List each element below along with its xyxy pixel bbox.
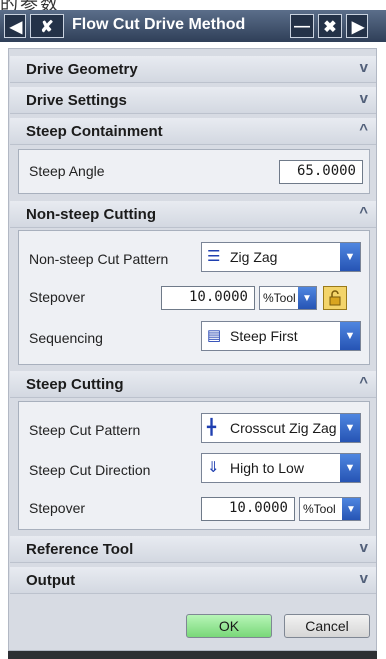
steep-angle-label: Steep Angle — [29, 163, 105, 179]
section-label: Steep Containment — [26, 123, 163, 140]
minimize-button[interactable]: — — [290, 14, 314, 38]
section-label: Reference Tool — [26, 541, 134, 558]
section-output[interactable]: Output v — [10, 567, 376, 594]
selected-value: High to Low — [230, 460, 304, 476]
section-reference-tool[interactable]: Reference Tool v — [10, 536, 376, 563]
section-label: Output — [26, 572, 76, 589]
steep-stepover-unit-select[interactable]: %Tool ▼ — [299, 497, 361, 521]
steep-cut-pattern-label: Steep Cut Pattern — [29, 422, 141, 438]
chevron-right-icon: ▶ — [351, 19, 365, 36]
lock-icon — [329, 290, 341, 306]
section-label: Drive Geometry — [26, 61, 138, 78]
collapse-icon: ✘ — [40, 19, 54, 36]
chevron-down-icon: ▼ — [340, 414, 360, 442]
section-label: Steep Cutting — [26, 376, 124, 393]
sequencing-label: Sequencing — [29, 330, 103, 346]
steep-first-icon: ▤ — [207, 327, 222, 344]
close-icon: ✖ — [323, 19, 337, 36]
chevron-down-icon: ▼ — [342, 498, 360, 520]
section-label: Non-steep Cutting — [26, 206, 156, 223]
non-steep-cut-pattern-label: Non-steep Cut Pattern — [29, 251, 169, 267]
chevron-down-icon: v — [359, 59, 368, 76]
chevron-up-icon: ^ — [359, 121, 368, 138]
section-steep-containment[interactable]: Steep Containment ^ — [10, 118, 376, 145]
chevron-down-icon: v — [359, 539, 368, 556]
title-bar: ◀ ✘ Flow Cut Drive Method — ✖ ▶ — [0, 10, 386, 42]
high-to-low-icon: ⇓ — [207, 459, 220, 476]
steep-cutting-body: Steep Cut Pattern ╋ Crosscut Zig Zag ▼ S… — [18, 401, 370, 530]
steep-cut-direction-select[interactable]: ⇓ High to Low ▼ — [201, 453, 361, 483]
chevron-up-icon: ^ — [359, 374, 368, 391]
selected-value: Steep First — [230, 328, 298, 344]
stepover-label: Stepover — [29, 289, 86, 305]
steep-cut-direction-label: Steep Cut Direction — [29, 462, 151, 478]
section-label: Drive Settings — [26, 92, 127, 109]
chevron-down-icon: ▼ — [340, 322, 360, 350]
steep-containment-body: Steep Angle 65.0000 — [18, 149, 370, 194]
crosscut-zig-zag-icon: ╋ — [207, 419, 217, 436]
selected-value: %Tool — [303, 502, 336, 516]
steep-stepover-input[interactable]: 10.0000 — [201, 497, 295, 521]
bottom-border — [8, 651, 377, 659]
stepover-unit-select[interactable]: %Tool ▼ — [259, 286, 317, 310]
minimize-icon: — — [294, 18, 310, 35]
selected-value: %Tool — [263, 291, 296, 305]
zig-zag-icon: ☰ — [207, 248, 221, 265]
stepover-input[interactable]: 10.0000 — [161, 286, 255, 310]
section-drive-settings[interactable]: Drive Settings v — [10, 87, 376, 114]
chevron-down-icon: ▼ — [340, 243, 360, 271]
top-fragment-text: 的参数 — [0, 0, 60, 10]
chevron-down-icon: ▼ — [298, 287, 316, 309]
steep-angle-input[interactable]: 65.0000 — [279, 160, 363, 184]
selected-value: Zig Zag — [230, 249, 278, 265]
chevron-down-icon: v — [359, 90, 368, 107]
section-steep-cutting[interactable]: Steep Cutting ^ — [10, 371, 376, 398]
chevron-down-icon: v — [359, 570, 368, 587]
section-non-steep-cutting[interactable]: Non-steep Cutting ^ — [10, 201, 376, 228]
non-steep-cutting-body: Non-steep Cut Pattern ☰ Zig Zag ▼ Stepov… — [18, 230, 370, 365]
chevron-left-icon: ◀ — [9, 19, 23, 36]
chevron-down-icon: ▼ — [340, 454, 360, 482]
prev-button[interactable]: ◀ — [4, 14, 26, 38]
chevron-up-icon: ^ — [359, 204, 368, 221]
next-button[interactable]: ▶ — [346, 14, 368, 38]
ok-button[interactable]: OK — [186, 614, 272, 638]
window-title: Flow Cut Drive Method — [72, 16, 246, 33]
sequencing-select[interactable]: ▤ Steep First ▼ — [201, 321, 361, 351]
lock-button[interactable] — [323, 286, 347, 310]
cancel-button[interactable]: Cancel — [284, 614, 370, 638]
close-button[interactable]: ✖ — [318, 14, 342, 38]
collapse-button[interactable]: ✘ — [30, 14, 64, 38]
section-drive-geometry[interactable]: Drive Geometry v — [10, 56, 376, 83]
stepover-label: Stepover — [29, 500, 86, 516]
non-steep-cut-pattern-select[interactable]: ☰ Zig Zag ▼ — [201, 242, 361, 272]
steep-cut-pattern-select[interactable]: ╋ Crosscut Zig Zag ▼ — [201, 413, 361, 443]
selected-value: Crosscut Zig Zag — [230, 420, 337, 436]
